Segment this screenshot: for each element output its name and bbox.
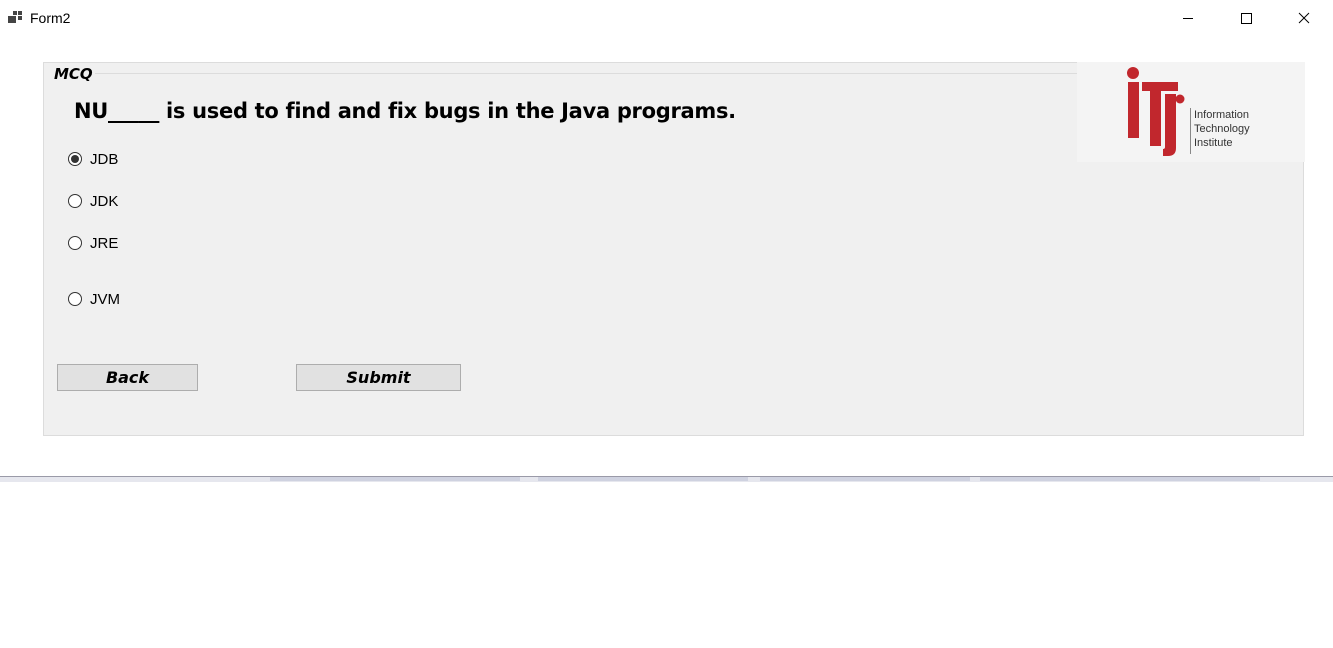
option-jre[interactable]: JRE [68, 233, 118, 253]
back-button[interactable]: Back [57, 364, 198, 391]
groupbox-border-line [52, 73, 1084, 74]
option-label[interactable]: JDB [90, 151, 118, 168]
option-jvm[interactable]: JVM [68, 289, 120, 309]
maximize-button[interactable] [1217, 0, 1275, 36]
window-title: Form2 [30, 10, 71, 26]
option-label[interactable]: JDK [90, 193, 118, 210]
option-jdk[interactable]: JDK [68, 191, 118, 211]
option-label[interactable]: JRE [90, 235, 118, 252]
logo-text-institute: Institute [1194, 137, 1233, 149]
form2-window: Form2 MCQ NU_____ is used to find and fi… [0, 0, 1333, 478]
radio-unchecked-icon[interactable] [68, 236, 82, 250]
question-text: NU_____ is used to find and fix bugs in … [74, 99, 736, 123]
groupbox-legend: MCQ [52, 65, 95, 83]
iti-logo-mark [1127, 67, 1185, 156]
client-area: MCQ NU_____ is used to find and fix bugs… [0, 36, 1333, 478]
strip-segment [760, 477, 970, 481]
submit-button[interactable]: Submit [296, 364, 461, 391]
iti-logo: Information Technology Institute [1077, 62, 1305, 162]
logo-text-technology: Technology [1194, 123, 1250, 135]
app-icon [8, 11, 22, 23]
strip-segment [980, 477, 1260, 481]
minimize-button[interactable] [1159, 0, 1217, 36]
strip-segment [270, 477, 520, 481]
option-label[interactable]: JVM [90, 291, 120, 308]
radio-unchecked-icon[interactable] [68, 194, 82, 208]
close-icon [1298, 12, 1310, 24]
strip-segment [538, 477, 748, 481]
radio-unchecked-icon[interactable] [68, 292, 82, 306]
logo-divider [1190, 108, 1191, 154]
background-window-strip [0, 476, 1333, 482]
maximize-icon [1241, 13, 1252, 24]
radio-checked-icon[interactable] [68, 152, 82, 166]
title-bar[interactable]: Form2 [0, 0, 1333, 36]
close-button[interactable] [1275, 0, 1333, 36]
minimize-icon [1183, 18, 1193, 19]
option-jdb[interactable]: JDB [68, 149, 118, 169]
logo-text-information: Information [1194, 109, 1250, 121]
